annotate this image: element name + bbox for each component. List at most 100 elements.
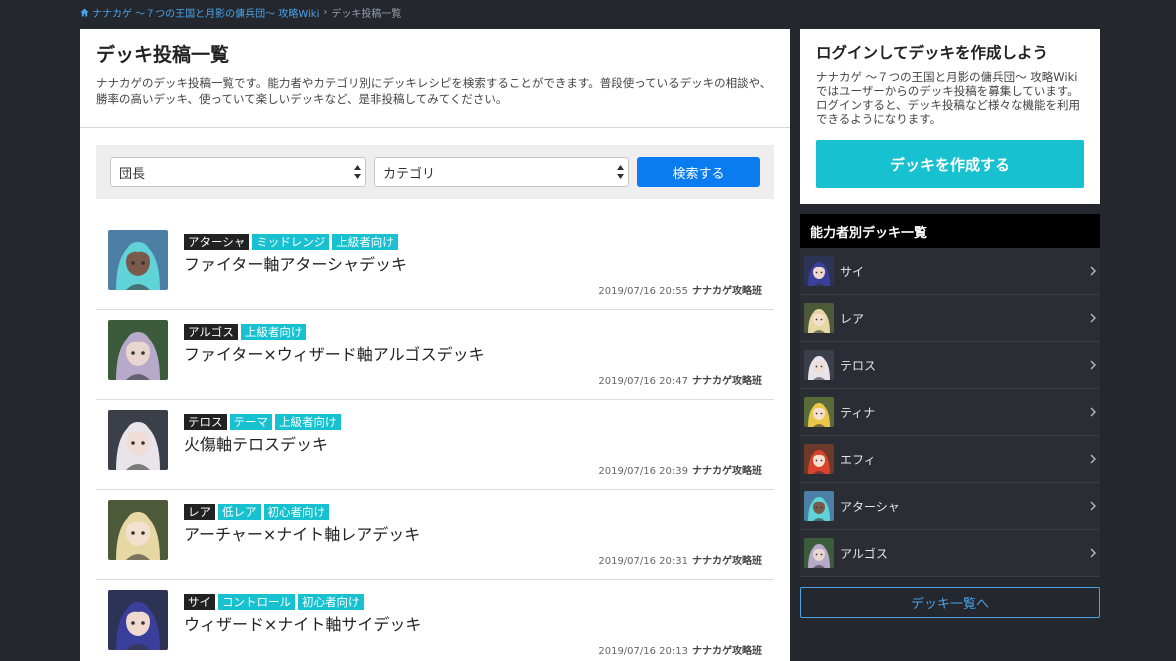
deck-meta: 2019/07/16 20:39 ナナカゲ攻略班 — [598, 462, 762, 477]
select-arrows-icon — [616, 165, 624, 179]
deck-date: 2019/07/16 20:47 — [598, 376, 688, 387]
deck-tag[interactable]: レア — [184, 504, 215, 520]
deck-author: ナナカゲ攻略班 — [692, 556, 762, 567]
leader-select[interactable]: 団長 — [110, 157, 366, 187]
deck-item[interactable]: テロス テーマ 上級者向け火傷軸テロスデッキ 2019/07/16 20:39 ナナカゲ… — [96, 400, 774, 490]
chevron-right-icon — [1090, 266, 1096, 276]
search-panel: 団長 カテゴリ 検索する — [96, 145, 774, 199]
deck-tag[interactable]: アターシャ — [184, 234, 250, 250]
leader-deck-items: サイレアテロスティナエフィアターシャアルゴス — [800, 248, 1100, 577]
deck-meta: 2019/07/16 20:13 ナナカゲ攻略班 — [598, 642, 762, 657]
deck-title[interactable]: ファイター軸アターシャデッキ — [184, 255, 407, 275]
deck-leader-avatar — [108, 230, 168, 290]
leader-name: レア — [840, 311, 865, 326]
leader-deck-item[interactable]: ティナ — [800, 389, 1100, 436]
leader-name: サイ — [840, 264, 865, 279]
chevron-right-icon — [1090, 407, 1096, 417]
deck-tag[interactable]: コントロール — [218, 594, 295, 610]
create-deck-button[interactable]: デッキを作成する — [816, 140, 1084, 188]
deck-date: 2019/07/16 20:55 — [598, 286, 688, 297]
leader-avatar — [804, 491, 834, 521]
leader-name: アターシャ — [840, 499, 900, 514]
leader-avatar — [804, 350, 834, 380]
deck-leader-avatar — [108, 410, 168, 470]
deck-tag[interactable]: 初心者向け — [263, 504, 329, 520]
leader-deck-item[interactable]: アルゴス — [800, 530, 1100, 577]
login-box: ログインしてデッキを作成しよう ナナカゲ 〜７つの王国と月影の傭兵団〜 攻略Wi… — [800, 29, 1100, 204]
deck-author: ナナカゲ攻略班 — [692, 376, 762, 387]
leader-deck-item[interactable]: レア — [800, 295, 1100, 342]
deck-date: 2019/07/16 20:39 — [598, 466, 688, 477]
chevron-right-icon — [1090, 360, 1096, 370]
leader-avatar — [804, 444, 834, 474]
leader-avatar — [804, 256, 834, 286]
deck-author: ナナカゲ攻略班 — [692, 646, 762, 657]
leader-deck-item[interactable]: アターシャ — [800, 483, 1100, 530]
all-decks-button[interactable]: デッキ一覧へ — [800, 587, 1100, 618]
breadcrumb-current: デッキ投稿一覧 — [331, 8, 402, 20]
deck-tags: アルゴス 上級者向け — [184, 324, 307, 340]
main-header: デッキ投稿一覧 ナナカゲのデッキ投稿一覧です。能力者やカテゴリ別にデッキレシピを… — [80, 29, 790, 128]
deck-title[interactable]: ウィザード×ナイト軸サイデッキ — [184, 615, 421, 635]
deck-author: ナナカゲ攻略班 — [692, 286, 762, 297]
login-description: ナナカゲ 〜７つの王国と月影の傭兵団〜 攻略Wikiではユーザーからのデッキ投稿… — [816, 70, 1081, 126]
leader-name: エフィ — [840, 452, 876, 467]
search-button[interactable]: 検索する — [637, 157, 760, 187]
deck-tag[interactable]: ミッドレンジ — [252, 234, 330, 250]
breadcrumb-home-label: ナナカゲ 〜７つの王国と月影の傭兵団〜 攻略Wiki — [92, 8, 320, 20]
deck-item[interactable]: レア 低レア 初心者向けアーチャー×ナイト軸レアデッキ 2019/07/16 20:3… — [96, 490, 774, 580]
deck-tag[interactable]: サイ — [184, 594, 215, 610]
chevron-right-icon — [1090, 548, 1096, 558]
deck-tag[interactable]: テーマ — [229, 414, 272, 430]
chevron-right-icon — [1090, 454, 1096, 464]
deck-author: ナナカゲ攻略班 — [692, 466, 762, 477]
leader-avatar — [804, 397, 834, 427]
leader-deck-list: 能力者別デッキ一覧 サイレアテロスティナエフィアターシャアルゴス — [800, 214, 1100, 577]
deck-item[interactable]: サイ コントロール 初心者向けウィザード×ナイト軸サイデッキ 2019/07/16 2… — [96, 580, 774, 661]
deck-tag[interactable]: 上級者向け — [332, 234, 398, 250]
login-title: ログインしてデッキを作成しよう — [816, 44, 1049, 62]
deck-tags: テロス テーマ 上級者向け — [184, 414, 341, 430]
deck-title[interactable]: 火傷軸テロスデッキ — [184, 435, 328, 455]
leader-deck-item[interactable]: エフィ — [800, 436, 1100, 483]
deck-tag[interactable]: 上級者向け — [275, 414, 341, 430]
deck-meta: 2019/07/16 20:55 ナナカゲ攻略班 — [598, 282, 762, 297]
leader-deck-item[interactable]: サイ — [800, 248, 1100, 295]
chevron-right-icon — [1090, 501, 1096, 511]
deck-meta: 2019/07/16 20:31 ナナカゲ攻略班 — [598, 552, 762, 567]
leader-avatar — [804, 303, 834, 333]
deck-tag[interactable]: アルゴス — [184, 324, 238, 340]
page-description: ナナカゲのデッキ投稿一覧です。能力者やカテゴリ別にデッキレシピを検索することがで… — [96, 76, 772, 106]
deck-title[interactable]: ファイター×ウィザード軸アルゴスデッキ — [184, 345, 485, 365]
leader-name: ティナ — [840, 405, 876, 420]
category-select[interactable]: カテゴリ — [374, 157, 629, 187]
deck-tag[interactable]: 上級者向け — [240, 324, 307, 340]
leader-deck-list-heading: 能力者別デッキ一覧 — [800, 214, 1100, 248]
main-panel: デッキ投稿一覧 ナナカゲのデッキ投稿一覧です。能力者やカテゴリ別にデッキレシピを… — [80, 29, 790, 661]
deck-leader-avatar — [108, 320, 168, 380]
deck-date: 2019/07/16 20:13 — [598, 646, 688, 657]
select-arrows-icon — [353, 165, 361, 179]
deck-item[interactable]: アルゴス 上級者向けファイター×ウィザード軸アルゴスデッキ 2019/07/16 2… — [96, 310, 774, 400]
deck-item[interactable]: アターシャ ミッドレンジ 上級者向けファイター軸アターシャデッキ 2019/07/16… — [96, 220, 774, 310]
deck-tag[interactable]: 初心者向け — [298, 594, 364, 610]
leader-select-value: 団長 — [119, 166, 146, 182]
deck-tag[interactable]: テロス — [184, 414, 227, 430]
chevron-right-icon — [1090, 313, 1096, 323]
leader-deck-item[interactable]: テロス — [800, 342, 1100, 389]
deck-date: 2019/07/16 20:31 — [598, 556, 688, 567]
leader-name: テロス — [840, 358, 877, 373]
deck-list: アターシャ ミッドレンジ 上級者向け ファイター軸アターシャデッキ 2019/07/16… — [96, 220, 774, 661]
deck-tag[interactable]: 低レア — [218, 504, 261, 520]
breadcrumb-separator: › — [323, 6, 328, 18]
home-icon — [80, 7, 89, 17]
leader-name: アルゴス — [840, 546, 888, 561]
deck-title[interactable]: アーチャー×ナイト軸レアデッキ — [184, 525, 420, 545]
breadcrumb-home-link[interactable]: ナナカゲ 〜７つの王国と月影の傭兵団〜 攻略Wiki — [80, 5, 319, 20]
deck-leader-avatar — [108, 590, 168, 650]
page-title: デッキ投稿一覧 — [96, 44, 230, 66]
deck-meta: 2019/07/16 20:47 ナナカゲ攻略班 — [598, 372, 762, 387]
breadcrumb: ナナカゲ 〜７つの王国と月影の傭兵団〜 攻略Wiki › デッキ投稿一覧 — [80, 5, 402, 20]
deck-tags: アターシャ ミッドレンジ 上級者向け — [184, 234, 398, 250]
deck-leader-avatar — [108, 500, 168, 560]
